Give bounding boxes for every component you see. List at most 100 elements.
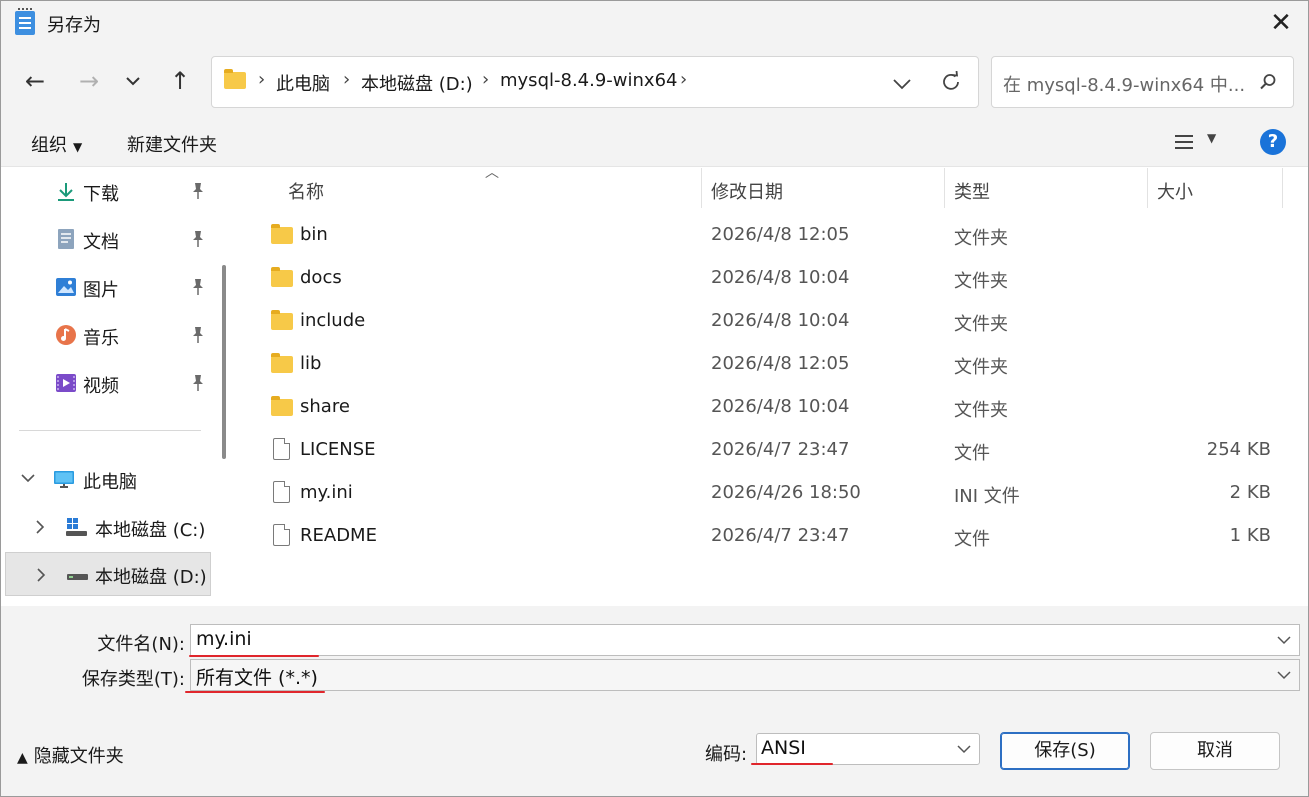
sidebar-item-label: 视频 <box>83 376 119 397</box>
address-bar[interactable]: › 此电脑 › 本地磁盘 (D:) › mysql-8.4.9-winx64 › <box>211 56 979 108</box>
chevron-down-icon <box>126 77 140 86</box>
column-divider[interactable] <box>701 168 702 208</box>
column-header-size[interactable]: 大小 <box>1157 178 1193 204</box>
file-type: 文件 <box>954 529 990 550</box>
filetype-select[interactable]: 所有文件 (*.*) <box>190 659 1300 691</box>
caret-up-icon: ▲ <box>17 750 28 766</box>
file-name: README <box>300 525 377 546</box>
chevron-down-icon[interactable] <box>1277 635 1291 645</box>
save-button[interactable]: 保存(S) <box>1000 732 1130 770</box>
column-divider[interactable] <box>1147 168 1148 208</box>
sidebar-item-downloads[interactable]: 下载 <box>1 170 213 214</box>
sidebar-item-music[interactable]: 音乐 <box>1 314 213 358</box>
recent-locations-button[interactable] <box>115 63 151 99</box>
column-header-date[interactable]: 修改日期 <box>711 178 783 204</box>
list-view-icon <box>1175 135 1193 137</box>
search-input[interactable]: 在 mysql-8.4.9-winx64 中... <box>1003 71 1245 97</box>
chevron-right-icon[interactable] <box>35 520 45 534</box>
file-date: 2026/4/7 23:47 <box>711 439 850 460</box>
column-divider[interactable] <box>1282 168 1283 208</box>
file-date: 2026/4/8 10:04 <box>711 310 850 331</box>
breadcrumb-this-pc[interactable]: 此电脑 <box>276 70 330 96</box>
file-row-license[interactable]: LICENSE 2026/4/7 23:47 文件 254 KB <box>239 429 1289 472</box>
file-row-bin[interactable]: bin 2026/4/8 12:05 文件夹 <box>239 214 1289 257</box>
chevron-down-icon[interactable] <box>1277 670 1291 680</box>
refresh-button[interactable] <box>940 65 962 99</box>
sidebar-item-documents[interactable]: 文档 <box>1 218 213 262</box>
file-name: lib <box>300 353 322 374</box>
chevron-right-icon[interactable] <box>36 568 46 582</box>
cancel-button[interactable]: 取消 <box>1150 732 1280 770</box>
back-button[interactable]: ← <box>17 63 53 99</box>
sidebar-item-label: 文档 <box>83 232 119 253</box>
encoding-select[interactable]: ANSI <box>756 733 980 765</box>
breadcrumb-separator[interactable]: › <box>343 69 350 90</box>
hide-folders-toggle[interactable]: ▲ 隐藏文件夹 <box>17 742 124 768</box>
document-icon <box>58 229 74 249</box>
file-row-docs[interactable]: docs 2026/4/8 10:04 文件夹 <box>239 257 1289 300</box>
encoding-value: ANSI <box>761 737 806 759</box>
pin-icon[interactable] <box>191 278 205 296</box>
search-box[interactable]: 在 mysql-8.4.9-winx64 中... <box>991 56 1294 108</box>
computer-icon <box>54 471 74 488</box>
video-icon <box>56 374 76 392</box>
column-divider[interactable] <box>944 168 945 208</box>
breadcrumb-drive-d[interactable]: 本地磁盘 (D:) <box>361 70 473 96</box>
chevron-down-icon[interactable] <box>21 473 35 483</box>
save-form: 文件名(N): my.ini 保存类型(T): 所有文件 (*.*) <box>1 606 1308 698</box>
breadcrumb-separator[interactable]: › <box>258 69 265 90</box>
organize-label: 组织 <box>31 135 67 156</box>
file-icon <box>273 481 290 503</box>
notepad-icon <box>15 8 35 35</box>
sidebar-item-drive-c[interactable]: 本地磁盘 (C:) <box>1 506 213 550</box>
sidebar-item-drive-d[interactable]: 本地磁盘 (D:) <box>5 552 211 596</box>
pin-icon[interactable] <box>191 326 205 344</box>
file-size: 2 KB <box>1229 482 1271 503</box>
breadcrumb-separator[interactable]: › <box>680 69 687 90</box>
new-folder-button[interactable]: 新建文件夹 <box>127 131 217 157</box>
filename-input[interactable]: my.ini <box>196 628 252 650</box>
caret-down-icon: ▼ <box>73 140 83 154</box>
sidebar-scrollbar[interactable] <box>222 265 226 459</box>
file-row-share[interactable]: share 2026/4/8 10:04 文件夹 <box>239 386 1289 429</box>
sidebar-item-videos[interactable]: 视频 <box>1 362 213 406</box>
folder-icon <box>271 396 293 416</box>
hide-folders-label: 隐藏文件夹 <box>33 746 124 767</box>
file-row-include[interactable]: include 2026/4/8 10:04 文件夹 <box>239 300 1289 343</box>
address-dropdown-button[interactable] <box>892 67 912 96</box>
forward-button[interactable]: → <box>71 63 107 99</box>
column-header-name[interactable]: 名称 <box>288 178 324 204</box>
organize-menu[interactable]: 组织 ▼ <box>31 131 82 157</box>
view-options-button[interactable]: ▼ <box>1173 129 1223 157</box>
refresh-icon <box>943 70 959 90</box>
filetype-value: 所有文件 (*.*) <box>196 667 318 689</box>
breadcrumb-mysql-folder[interactable]: mysql-8.4.9-winx64 <box>500 70 677 91</box>
filetype-highlight-underline <box>185 691 325 693</box>
file-name: docs <box>300 267 342 288</box>
filename-combobox[interactable]: my.ini <box>190 624 1300 656</box>
help-button[interactable]: ? <box>1260 129 1286 155</box>
folder-icon <box>271 310 293 330</box>
chevron-down-icon[interactable] <box>957 744 971 754</box>
sidebar-item-label: 下载 <box>83 184 119 205</box>
up-button[interactable]: ↑ <box>162 63 198 99</box>
file-row-readme[interactable]: README 2026/4/7 23:47 文件 1 KB <box>239 515 1289 558</box>
file-size: 1 KB <box>1229 525 1271 546</box>
pin-icon[interactable] <box>191 374 205 392</box>
close-button[interactable]: ✕ <box>1264 7 1298 39</box>
sidebar-item-label: 本地磁盘 (C:) <box>95 520 206 541</box>
search-icon[interactable] <box>1259 73 1277 91</box>
file-row-my-ini[interactable]: my.ini 2026/4/26 18:50 INI 文件 2 KB <box>239 472 1289 515</box>
pin-icon[interactable] <box>191 182 205 200</box>
navigation-pane: 下载 文档 图片 音乐 视频 此电脑 本地磁盘 (C:) 本地磁盘 (D:) <box>1 168 213 606</box>
file-row-lib[interactable]: lib 2026/4/8 12:05 文件夹 <box>239 343 1289 386</box>
sidebar-item-this-pc[interactable]: 此电脑 <box>1 458 213 502</box>
encoding-label: 编码: <box>705 744 748 765</box>
pin-icon[interactable] <box>191 230 205 248</box>
filename-label: 文件名(N): <box>97 634 185 655</box>
sidebar-item-label: 音乐 <box>83 328 119 349</box>
column-header-type[interactable]: 类型 <box>954 178 990 204</box>
sidebar-item-pictures[interactable]: 图片 <box>1 266 213 310</box>
breadcrumb-separator[interactable]: › <box>482 69 489 90</box>
file-list: ︿ 名称 修改日期 类型 大小 bin 2026/4/8 12:05 文件夹 d… <box>239 165 1308 606</box>
